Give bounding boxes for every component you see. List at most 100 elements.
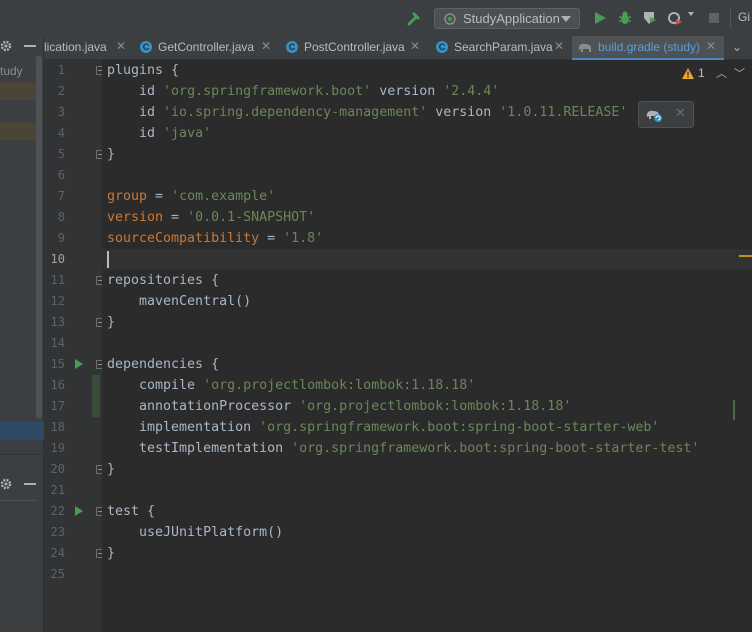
line-number: 12 [50, 294, 65, 308]
tab-getcontroller-java[interactable]: C GetController.java ✕ [136, 36, 276, 60]
code-line[interactable]: test { [107, 501, 155, 522]
string-literal: 'java' [163, 126, 212, 141]
profiler-icon[interactable] [667, 10, 683, 26]
gear-icon[interactable] [0, 40, 12, 52]
code-token: annotationProcessor [107, 399, 300, 414]
code-line[interactable]: testImplementation 'org.springframework.… [107, 438, 699, 459]
error-stripe-mark[interactable] [739, 255, 752, 257]
code-token: useJUnitPlatform() [107, 525, 284, 540]
code-line[interactable]: id 'org.springframework.boot' version '2… [107, 81, 499, 102]
next-highlight-chevron-down-icon[interactable]: ﹀ [734, 65, 745, 81]
property-name: group [107, 189, 148, 204]
run-configuration-dropdown[interactable]: StudyApplication [434, 8, 580, 29]
gradle-reload-icon[interactable] [645, 107, 663, 123]
string-literal: 'org.projectlombok:lombok:1.18.18' [299, 399, 572, 414]
code-token: = [147, 189, 172, 204]
code-token: testImplementation [107, 441, 292, 456]
code-line[interactable]: compile 'org.projectlombok:lombok:1.18.1… [107, 375, 475, 396]
close-icon[interactable]: ✕ [116, 39, 126, 53]
line-number: 3 [57, 105, 65, 119]
run-icon[interactable] [592, 10, 608, 26]
code-token: } [107, 462, 116, 477]
string-literal: 'org.projectlombok:lombok:1.18.18' [203, 378, 476, 393]
project-tree-row-highlight[interactable] [0, 122, 36, 140]
code-line[interactable]: mavenCentral() [107, 291, 251, 312]
line-number: 19 [50, 441, 65, 455]
code-line[interactable]: } [107, 144, 115, 165]
code-line[interactable]: group = 'com.example' [107, 186, 275, 207]
code-line[interactable]: version = '0.0.1-SNAPSHOT' [107, 207, 315, 228]
code-line[interactable]: id 'io.spring.dependency-management' ver… [107, 102, 627, 123]
close-icon[interactable]: ✕ [410, 39, 420, 53]
line-number-current: 10 [50, 252, 65, 266]
code-line[interactable]: } [107, 459, 115, 480]
project-tree-row-highlight[interactable] [0, 82, 36, 100]
close-icon[interactable]: ✕ [706, 39, 716, 53]
tab-label: lication.java [44, 40, 107, 54]
property-name: sourceCompatibility [107, 231, 260, 246]
tab-label: SearchParam.java [454, 40, 553, 54]
code-token: compile [107, 378, 204, 393]
close-icon[interactable]: ✕ [261, 39, 271, 53]
profiler-dropdown-chevron-icon[interactable] [688, 12, 694, 16]
warning-icon[interactable] [682, 68, 694, 79]
editor-gutter: 1 2 3 4 5 6 7 8 9 10 11 12 13 14 15 16 1… [44, 60, 105, 632]
minimize-icon[interactable] [24, 45, 36, 47]
minimize-icon[interactable] [24, 483, 36, 485]
code-editor[interactable]: plugins { id 'org.springframework.boot' … [102, 60, 752, 632]
run-gutter-icon[interactable] [75, 359, 83, 369]
code-token: } [107, 315, 116, 330]
warning-count[interactable]: 1 [698, 66, 705, 80]
line-number: 7 [57, 189, 65, 203]
code-token: id [107, 126, 164, 141]
string-literal: 'io.spring.dependency-management' [163, 105, 428, 120]
stop-icon[interactable] [706, 10, 722, 26]
code-token: repositories { [107, 273, 220, 288]
git-label[interactable]: Gi [738, 10, 750, 24]
line-number: 16 [50, 378, 65, 392]
line-number: 13 [50, 315, 65, 329]
code-line[interactable]: annotationProcessor 'org.projectlombok:l… [107, 396, 571, 417]
run-with-coverage-icon[interactable] [642, 10, 658, 26]
tab-postcontroller-java[interactable]: C PostController.java ✕ [282, 36, 427, 60]
tab-searchparam-java[interactable]: C SearchParam.java ✕ [432, 36, 568, 60]
current-line-highlight [102, 249, 752, 270]
code-line[interactable]: implementation 'org.springframework.boot… [107, 417, 659, 438]
string-literal: '1.8' [283, 231, 324, 246]
code-line[interactable]: } [107, 543, 115, 564]
tab-build-gradle[interactable]: build.gradle (study) ✕ [572, 36, 724, 60]
code-token: id [107, 105, 164, 120]
previous-highlight-chevron-up-icon[interactable]: ︿ [716, 65, 727, 81]
spring-boot-icon [444, 13, 456, 25]
project-tree-label[interactable]: tudy [0, 64, 23, 78]
line-number: 21 [50, 483, 65, 497]
tab-list-chevron-icon[interactable]: ⌄ [732, 40, 742, 54]
code-line[interactable]: repositories { [107, 270, 219, 291]
string-literal: 'org.springframework.boot:spring-boot-st… [259, 420, 660, 435]
code-token: plugins { [107, 63, 180, 78]
debug-bug-icon[interactable] [617, 10, 633, 26]
gear-icon[interactable] [0, 478, 12, 490]
vcs-change-marker[interactable] [92, 375, 100, 417]
line-number: 1 [57, 63, 65, 77]
code-token: } [107, 147, 116, 162]
code-line[interactable]: plugins { [107, 60, 179, 81]
code-line[interactable]: } [107, 312, 115, 333]
line-number: 24 [50, 546, 65, 560]
project-scrollbar[interactable] [36, 56, 42, 418]
close-icon[interactable]: ✕ [554, 39, 564, 53]
build-hammer-icon[interactable] [406, 9, 424, 27]
line-number: 17 [50, 399, 65, 413]
code-line[interactable]: dependencies { [107, 354, 219, 375]
line-number: 9 [57, 231, 65, 245]
tab-application-java[interactable]: lication.java ✕ [44, 36, 134, 60]
code-line[interactable]: sourceCompatibility = '1.8' [107, 228, 323, 249]
code-line[interactable]: id 'java' [107, 123, 211, 144]
run-gutter-icon[interactable] [75, 506, 83, 516]
error-stripe-change-mark[interactable] [733, 400, 735, 420]
project-tree-selected-row[interactable] [0, 422, 44, 440]
code-line[interactable]: useJUnitPlatform() [107, 522, 283, 543]
line-number: 14 [50, 336, 65, 350]
close-icon[interactable]: ✕ [675, 106, 686, 121]
string-literal: 'com.example' [171, 189, 276, 204]
